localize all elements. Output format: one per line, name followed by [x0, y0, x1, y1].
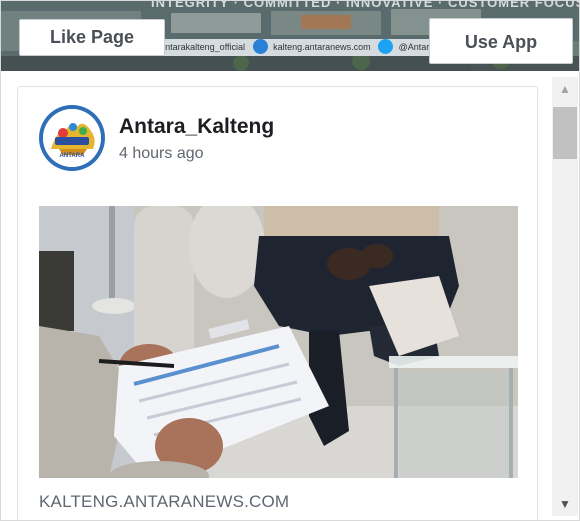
facebook-page-widget: INTEGRITY · COMMITTED · INNOVATIVE · CUS… — [0, 0, 580, 521]
cover-motto-text: INTEGRITY · COMMITTED · INNOVATIVE · CUS… — [151, 1, 579, 10]
post-photo-illustration — [39, 206, 518, 478]
globe-icon — [252, 39, 268, 54]
scroll-down-icon[interactable]: ▼ — [552, 492, 578, 516]
use-app-button[interactable]: Use App — [429, 18, 573, 64]
avatar-brand-text: ANTARA — [59, 153, 85, 159]
scroll-thumb[interactable] — [553, 107, 577, 159]
page-avatar[interactable]: ANTARA — [39, 105, 105, 171]
avatar-logo: ANTARA — [43, 109, 101, 167]
cover-instagram-handle: @antarakalteng_official — [151, 42, 246, 52]
page-name-link[interactable]: Antara_Kalteng — [119, 115, 274, 139]
post-image[interactable] — [39, 206, 518, 478]
cover-website: kalteng.antaranews.com — [273, 42, 371, 52]
post-feed: ANTARA Antara_Kalteng 4 hours ago KALTEN… — [17, 86, 538, 520]
link-domain[interactable]: KALTENG.ANTARANEWS.COM — [39, 492, 289, 512]
scroll-up-icon[interactable]: ▲ — [552, 77, 578, 101]
cover-social-strip: @antarakalteng_official kalteng.antarane… — [151, 39, 441, 56]
cover-photo: INTEGRITY · COMMITTED · INNOVATIVE · CUS… — [1, 1, 579, 71]
twitter-bird-icon — [378, 39, 394, 54]
post-timestamp[interactable]: 4 hours ago — [119, 145, 204, 163]
post-card: ANTARA Antara_Kalteng 4 hours ago KALTEN… — [17, 86, 538, 520]
vertical-scrollbar[interactable]: ▲ ▼ — [552, 77, 578, 516]
like-page-button[interactable]: Like Page — [19, 19, 165, 56]
